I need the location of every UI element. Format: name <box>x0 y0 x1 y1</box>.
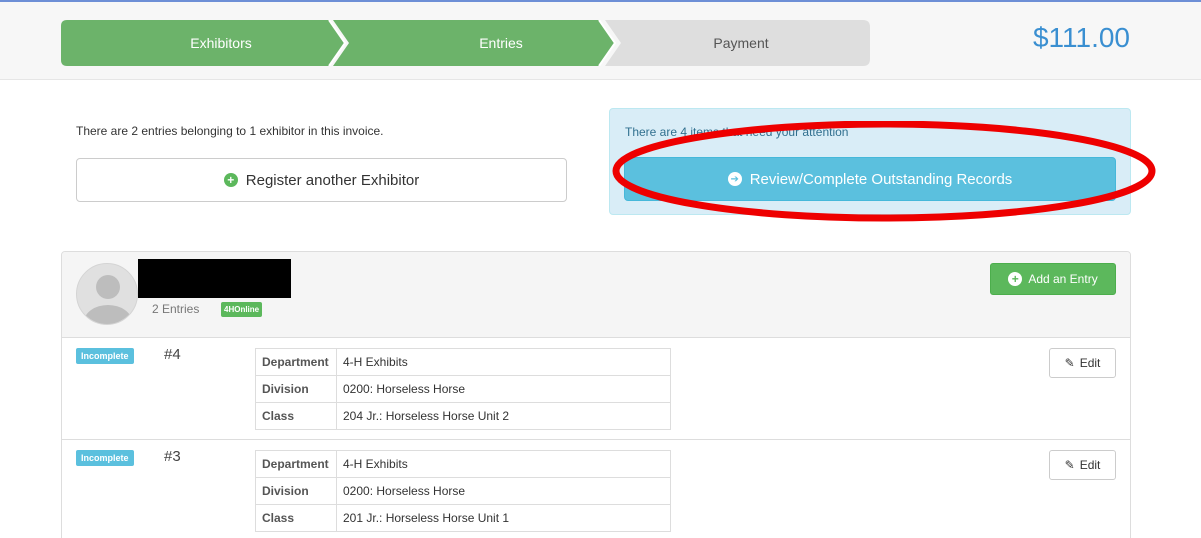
edit-label: Edit <box>1079 356 1101 370</box>
plus-circle-icon: + <box>1008 272 1023 286</box>
entry-row: Incomplete #4 Department 4-H Exhibits Di… <box>62 338 1130 440</box>
arrow-circle-right-icon: ➔ <box>727 172 742 186</box>
detail-key: Department <box>255 450 337 478</box>
exhibitor-header: 2 Entries 4HOnline + Add an Entry <box>62 252 1130 338</box>
attention-message: There are 4 items that need your attenti… <box>625 125 849 139</box>
detail-value: 4-H Exhibits <box>336 348 671 376</box>
entry-number: #3 <box>164 448 181 465</box>
user-silhouette-icon <box>84 275 132 324</box>
review-records-button[interactable]: ➔ Review/Complete Outstanding Records <box>624 157 1116 201</box>
detail-value: 0200: Horseless Horse <box>336 477 671 505</box>
register-exhibitor-button[interactable]: + Register another Exhibitor <box>76 158 567 202</box>
attention-alert: There are 4 items that need your attenti… <box>609 108 1131 215</box>
detail-key: Class <box>255 504 337 532</box>
plus-circle-icon: + <box>223 173 238 187</box>
detail-row-department: Department 4-H Exhibits <box>255 348 671 376</box>
detail-key: Division <box>255 477 337 505</box>
detail-value: 0200: Horseless Horse <box>336 375 671 403</box>
avatar <box>76 263 138 325</box>
status-badge: Incomplete <box>76 348 134 364</box>
exhibitor-panel: 2 Entries 4HOnline + Add an Entry Incomp… <box>61 251 1131 538</box>
edit-entry-button[interactable]: ✎ Edit <box>1049 348 1116 378</box>
pencil-icon: ✎ <box>1064 458 1075 472</box>
add-entry-button[interactable]: + Add an Entry <box>990 263 1116 295</box>
invoice-total: $111.00 <box>1032 22 1130 53</box>
detail-value: 204 Jr.: Horseless Horse Unit 2 <box>336 402 671 430</box>
detail-key: Division <box>255 375 337 403</box>
status-badge: Incomplete <box>76 450 134 466</box>
review-records-label: Review/Complete Outstanding Records <box>749 170 1013 188</box>
edit-entry-button[interactable]: ✎ Edit <box>1049 450 1116 480</box>
entry-details-table: Department 4-H Exhibits Division 0200: H… <box>255 348 671 430</box>
4honline-badge: 4HOnline <box>221 302 263 317</box>
step-payment[interactable]: Payment <box>641 20 841 66</box>
detail-key: Class <box>255 402 337 430</box>
edit-label: Edit <box>1079 458 1101 472</box>
invoice-message: There are 2 entries belonging to 1 exhib… <box>76 124 384 138</box>
pencil-icon: ✎ <box>1064 356 1075 370</box>
add-entry-label: Add an Entry <box>1028 272 1098 286</box>
detail-row-division: Division 0200: Horseless Horse <box>255 375 671 403</box>
redacted-exhibitor-name <box>138 259 291 298</box>
progress-wizard: Exhibitors Entries Payment <box>61 20 870 66</box>
detail-key: Department <box>255 348 337 376</box>
step-exhibitors[interactable]: Exhibitors <box>101 20 341 66</box>
detail-row-class: Class 201 Jr.: Horseless Horse Unit 1 <box>255 504 671 532</box>
step-entries[interactable]: Entries <box>371 20 631 66</box>
detail-row-department: Department 4-H Exhibits <box>255 450 671 478</box>
register-exhibitor-label: Register another Exhibitor <box>245 171 420 189</box>
entries-count: 2 Entries <box>152 302 200 316</box>
detail-value: 201 Jr.: Horseless Horse Unit 1 <box>336 504 671 532</box>
detail-value: 4-H Exhibits <box>336 450 671 478</box>
detail-row-class: Class 204 Jr.: Horseless Horse Unit 2 <box>255 402 671 430</box>
entry-details-table: Department 4-H Exhibits Division 0200: H… <box>255 450 671 532</box>
detail-row-division: Division 0200: Horseless Horse <box>255 477 671 505</box>
entry-row: Incomplete #3 Department 4-H Exhibits Di… <box>62 440 1130 538</box>
entry-number: #4 <box>164 346 181 363</box>
